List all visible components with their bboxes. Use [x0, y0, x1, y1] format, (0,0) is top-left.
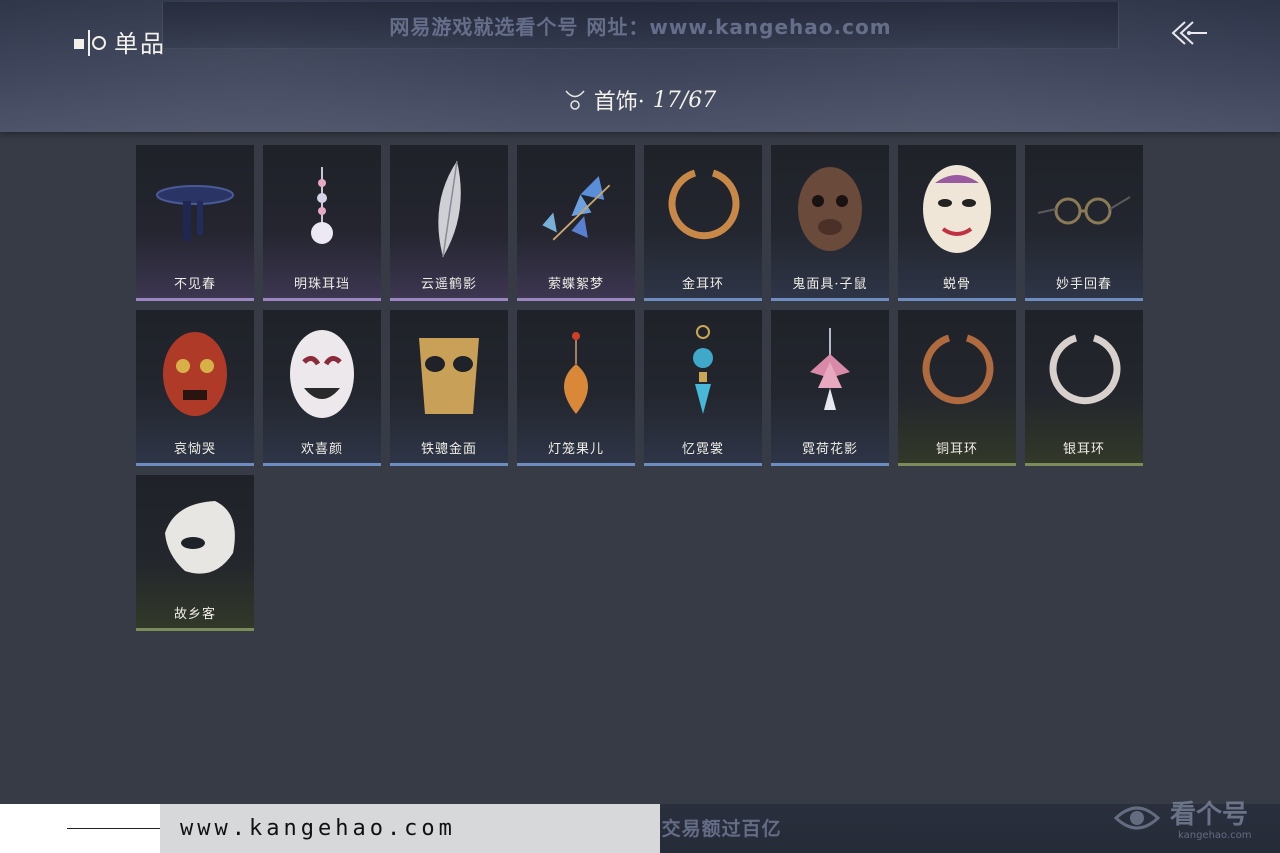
item-card[interactable]: 忆霓裳 [644, 310, 762, 466]
brand-logo: 看个号 kangehao.com [1108, 790, 1278, 850]
item-name: 不见春 [173, 277, 216, 292]
item-card[interactable]: 金耳环 [644, 145, 762, 301]
item-card[interactable]: 铁骢金面 [390, 310, 508, 466]
gold-hoop-icon [653, 153, 753, 263]
item-name: 银耳环 [1062, 442, 1105, 457]
butterfly-icon [526, 153, 626, 263]
item-card[interactable]: 哀恸哭 [136, 310, 254, 466]
top-watermark-text: 网易游戏就选看个号 网址：www.kangehao.com [389, 14, 892, 39]
silver-hoop-icon [1034, 318, 1134, 428]
item-name: 铜耳环 [935, 442, 978, 457]
half-mask-icon [145, 483, 245, 593]
back-button[interactable] [1164, 18, 1212, 52]
copper-hoop-icon [907, 318, 1007, 428]
item-name: 灯笼果儿 [547, 442, 604, 457]
item-card[interactable]: 灯笼果儿 [517, 310, 635, 466]
item-card[interactable]: 萦蝶絮梦 [517, 145, 635, 301]
item-card[interactable]: 鬼面具·子鼠 [771, 145, 889, 301]
url-box: www.kangehao.com [160, 804, 660, 853]
pearl-earring-icon [272, 153, 372, 263]
item-card[interactable]: 不见春 [136, 145, 254, 301]
page-title: 单品 [114, 30, 166, 58]
url-divider [67, 828, 167, 829]
rat-mask-icon [780, 153, 880, 263]
gold-mask-icon [399, 318, 499, 428]
lantern-fruit-icon [526, 318, 626, 428]
item-card[interactable]: 霓荷花影 [771, 310, 889, 466]
item-name: 鬼面具·子鼠 [792, 277, 868, 292]
necklace-icon [565, 90, 585, 110]
item-name: 忆霓裳 [681, 442, 724, 457]
white-mask-icon [907, 153, 1007, 263]
red-mask-icon [145, 318, 245, 428]
item-name: 铁骢金面 [420, 442, 477, 457]
category-count: 17/67 [652, 87, 717, 113]
smile-mask-icon [272, 318, 372, 428]
brand-eye-icon [1113, 806, 1161, 830]
dark-collar-icon [145, 153, 245, 263]
item-card[interactable]: 明珠耳珰 [263, 145, 381, 301]
item-grid: 不见春 明珠耳珰 云遥鹤影 萦蝶絮梦 金耳环 鬼面具·子鼠 蜕骨 妙手回春哀恸哭 欢喜颜 铁骢金面… [136, 145, 1144, 631]
feather-icon [399, 153, 499, 263]
site-url: www.kangehao.com [180, 816, 456, 841]
item-category-icon [72, 26, 106, 58]
item-name: 金耳环 [681, 277, 724, 292]
brand-name: 看个号 [1170, 800, 1249, 830]
brand-domain: kangehao.com [1178, 830, 1252, 841]
category-label: 首饰· [593, 90, 645, 115]
lotus-earring-icon [780, 318, 880, 428]
spectacles-icon [1034, 153, 1134, 263]
item-card[interactable]: 云遥鹤影 [390, 145, 508, 301]
item-card[interactable]: 铜耳环 [898, 310, 1016, 466]
item-card[interactable]: 妙手回春 [1025, 145, 1143, 301]
item-card[interactable]: 蜕骨 [898, 145, 1016, 301]
top-watermark-banner: 网易游戏就选看个号 网址：www.kangehao.com [162, 2, 1119, 49]
item-name: 妙手回春 [1055, 277, 1112, 292]
gem-earring-icon [653, 318, 753, 428]
item-name: 蜕骨 [942, 277, 971, 292]
item-card[interactable]: 故乡客 [136, 475, 254, 631]
item-name: 欢喜颜 [300, 442, 343, 457]
page-title-block: 单品 [72, 24, 166, 59]
item-name: 哀恸哭 [173, 442, 216, 457]
item-name: 明珠耳珰 [293, 277, 350, 292]
item-name: 萦蝶絮梦 [547, 277, 604, 292]
item-name: 霓荷花影 [801, 442, 858, 457]
item-name: 云遥鹤影 [420, 277, 477, 292]
back-arrow-icon [1171, 21, 1207, 45]
category-heading: 首饰· 17/67 [0, 84, 1280, 116]
item-card[interactable]: 欢喜颜 [263, 310, 381, 466]
item-card[interactable]: 银耳环 [1025, 310, 1143, 466]
item-name: 故乡客 [173, 607, 216, 622]
